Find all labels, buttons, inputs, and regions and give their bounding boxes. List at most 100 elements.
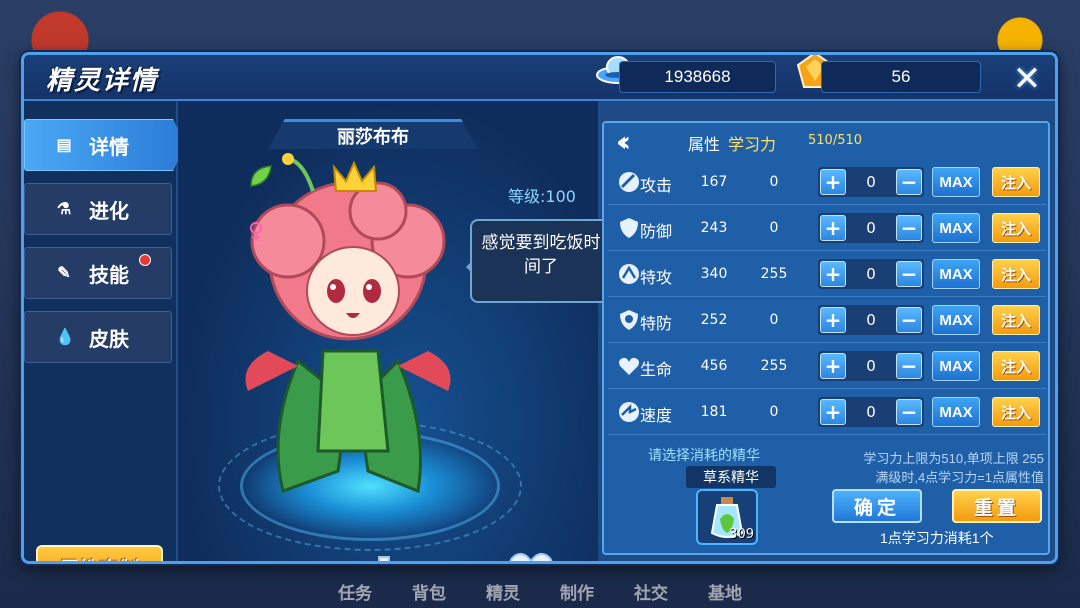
confirm-button[interactable]: 确定: [832, 489, 922, 523]
stat-points: 255: [760, 358, 788, 374]
stat-name: 特防: [640, 316, 673, 333]
stepper-value[interactable]: 0: [848, 173, 894, 191]
coin-balance: 1938668: [619, 61, 776, 93]
plus-button[interactable]: +: [820, 169, 846, 195]
sidebar-item-label: 皮肤: [89, 328, 129, 351]
sidebar-item-label: 技能: [89, 264, 129, 287]
nav-base: 基地: [708, 584, 742, 603]
back-chevron-icon[interactable]: ‹‹: [616, 125, 631, 158]
minus-button[interactable]: −: [896, 261, 922, 287]
bottom-nav-background: 任务 背包 精灵 制作 社交 基地: [0, 558, 1080, 608]
notification-badge: [139, 254, 151, 266]
shield-icon: [620, 218, 638, 238]
limit-line-1: 学习力上限为510,单项上限 255: [863, 451, 1044, 466]
plus-button[interactable]: +: [820, 261, 846, 287]
boot-icon[interactable]: [371, 553, 411, 564]
quantity-stepper: + 0 −: [818, 259, 924, 289]
pet-character[interactable]: [228, 151, 468, 511]
plus-button[interactable]: +: [820, 399, 846, 425]
essence-slot[interactable]: 309: [696, 489, 758, 545]
stat-row-speed: 速度 181 0 + 0 − MAX 注入: [608, 391, 1046, 435]
quantity-stepper: + 0 −: [818, 397, 924, 427]
type-counter-button[interactable]: 属性克制: [36, 545, 163, 561]
limit-line-2: 满级时,4点学习力=1点属性值: [875, 470, 1044, 485]
stat-name: 攻击: [640, 178, 673, 195]
minus-button[interactable]: −: [896, 307, 922, 333]
stat-base: 340: [700, 266, 728, 282]
pet-detail-panel: 精灵详情 1938668 56 ✕ ▤ 详情 ⚗ 进化 ✎ 技能 💧 皮肤 丽莎…: [21, 52, 1058, 564]
max-button[interactable]: MAX: [932, 213, 980, 243]
stat-points: 0: [769, 220, 779, 236]
stepper-value[interactable]: 0: [848, 357, 894, 375]
flask-icon: ⚗: [56, 201, 72, 218]
inject-button[interactable]: 注入: [992, 397, 1040, 427]
essence-prompt: 请选择消耗的精华: [648, 447, 760, 463]
max-button[interactable]: MAX: [932, 305, 980, 335]
sidebar-item-evolve[interactable]: ⚗ 进化: [24, 183, 172, 235]
stepper-value[interactable]: 0: [848, 265, 894, 283]
nav-social: 社交: [634, 584, 668, 603]
heart-life-icon: [619, 357, 639, 375]
minus-button[interactable]: −: [896, 215, 922, 241]
essence-count: 309: [729, 527, 754, 542]
stat-points: 0: [769, 312, 779, 328]
page-title: 精灵详情: [46, 65, 159, 95]
pet-display: 丽莎布布 ♀ 等级:100 感觉要到吃饭时间了: [178, 101, 612, 564]
sword-icon: [619, 172, 639, 192]
stepper-value[interactable]: 0: [848, 403, 894, 421]
sidebar-item-skin[interactable]: 💧 皮肤: [24, 311, 172, 363]
inject-button[interactable]: 注入: [992, 305, 1040, 335]
plus-button[interactable]: +: [820, 353, 846, 379]
sidebar-item-detail[interactable]: ▤ 详情: [24, 119, 186, 171]
inject-button[interactable]: 注入: [992, 213, 1040, 243]
stat-row-life: 生命 456 255 + 0 − MAX 注入: [608, 345, 1046, 389]
max-button[interactable]: MAX: [932, 259, 980, 289]
speed-icon: [619, 402, 639, 422]
plus-button[interactable]: +: [820, 307, 846, 333]
quantity-stepper: + 0 −: [818, 351, 924, 381]
quantity-stepper: + 0 −: [818, 213, 924, 243]
reset-button[interactable]: 重置: [952, 489, 1042, 523]
panel-header: 精灵详情 1938668 56 ✕: [24, 55, 1055, 101]
level-value: 100: [545, 187, 576, 206]
level-label: 等级:: [508, 187, 546, 206]
nav-craft: 制作: [560, 584, 594, 603]
max-button[interactable]: MAX: [932, 351, 980, 381]
stat-name: 特攻: [640, 270, 673, 287]
minus-button[interactable]: −: [896, 353, 922, 379]
inject-button[interactable]: 注入: [992, 167, 1040, 197]
heart-plus-icon[interactable]: [508, 549, 554, 564]
gem-balance: 56: [821, 61, 981, 93]
leaf-icon: [250, 165, 272, 187]
sidebar: ▤ 详情 ⚗ 进化 ✎ 技能 💧 皮肤 属性克制: [24, 101, 186, 561]
close-icon[interactable]: ✕: [1009, 61, 1045, 97]
droplet-icon: 💧: [55, 329, 75, 346]
inject-button[interactable]: 注入: [992, 259, 1040, 289]
stats-subtitle: 学习力: [728, 137, 777, 154]
plus-button[interactable]: +: [820, 215, 846, 241]
inject-button[interactable]: 注入: [992, 351, 1040, 381]
learning-total: 510/510: [808, 133, 863, 148]
stat-base: 181: [700, 404, 728, 420]
stat-row-defense: 防御 243 0 + 0 − MAX 注入: [608, 207, 1046, 251]
limit-info: 学习力上限为510,单项上限 255 满级时,4点学习力=1点属性值: [834, 449, 1044, 487]
stepper-value[interactable]: 0: [848, 311, 894, 329]
speech-bubble: 感觉要到吃饭时间了: [466, 219, 612, 303]
stat-base: 243: [700, 220, 728, 236]
pet-name: 丽莎布布: [268, 119, 478, 149]
special-defense-icon: [620, 310, 638, 330]
minus-button[interactable]: −: [896, 169, 922, 195]
stats-panel: ‹‹ 属性 学习力 510/510 攻击 167 0 + 0 − MAX 注入 …: [602, 121, 1050, 555]
nav-task: 任务: [338, 584, 372, 603]
stepper-value[interactable]: 0: [848, 219, 894, 237]
stat-points: 255: [760, 266, 788, 282]
minus-button[interactable]: −: [896, 399, 922, 425]
stats-title: 属性: [688, 137, 721, 154]
max-button[interactable]: MAX: [932, 397, 980, 427]
stat-name: 防御: [640, 224, 673, 241]
sidebar-item-skills[interactable]: ✎ 技能: [24, 247, 172, 299]
max-button[interactable]: MAX: [932, 167, 980, 197]
stat-base: 252: [700, 312, 728, 328]
stat-row-special-attack: 特攻 340 255 + 0 − MAX 注入: [608, 253, 1046, 297]
special-attack-icon: [619, 264, 639, 284]
